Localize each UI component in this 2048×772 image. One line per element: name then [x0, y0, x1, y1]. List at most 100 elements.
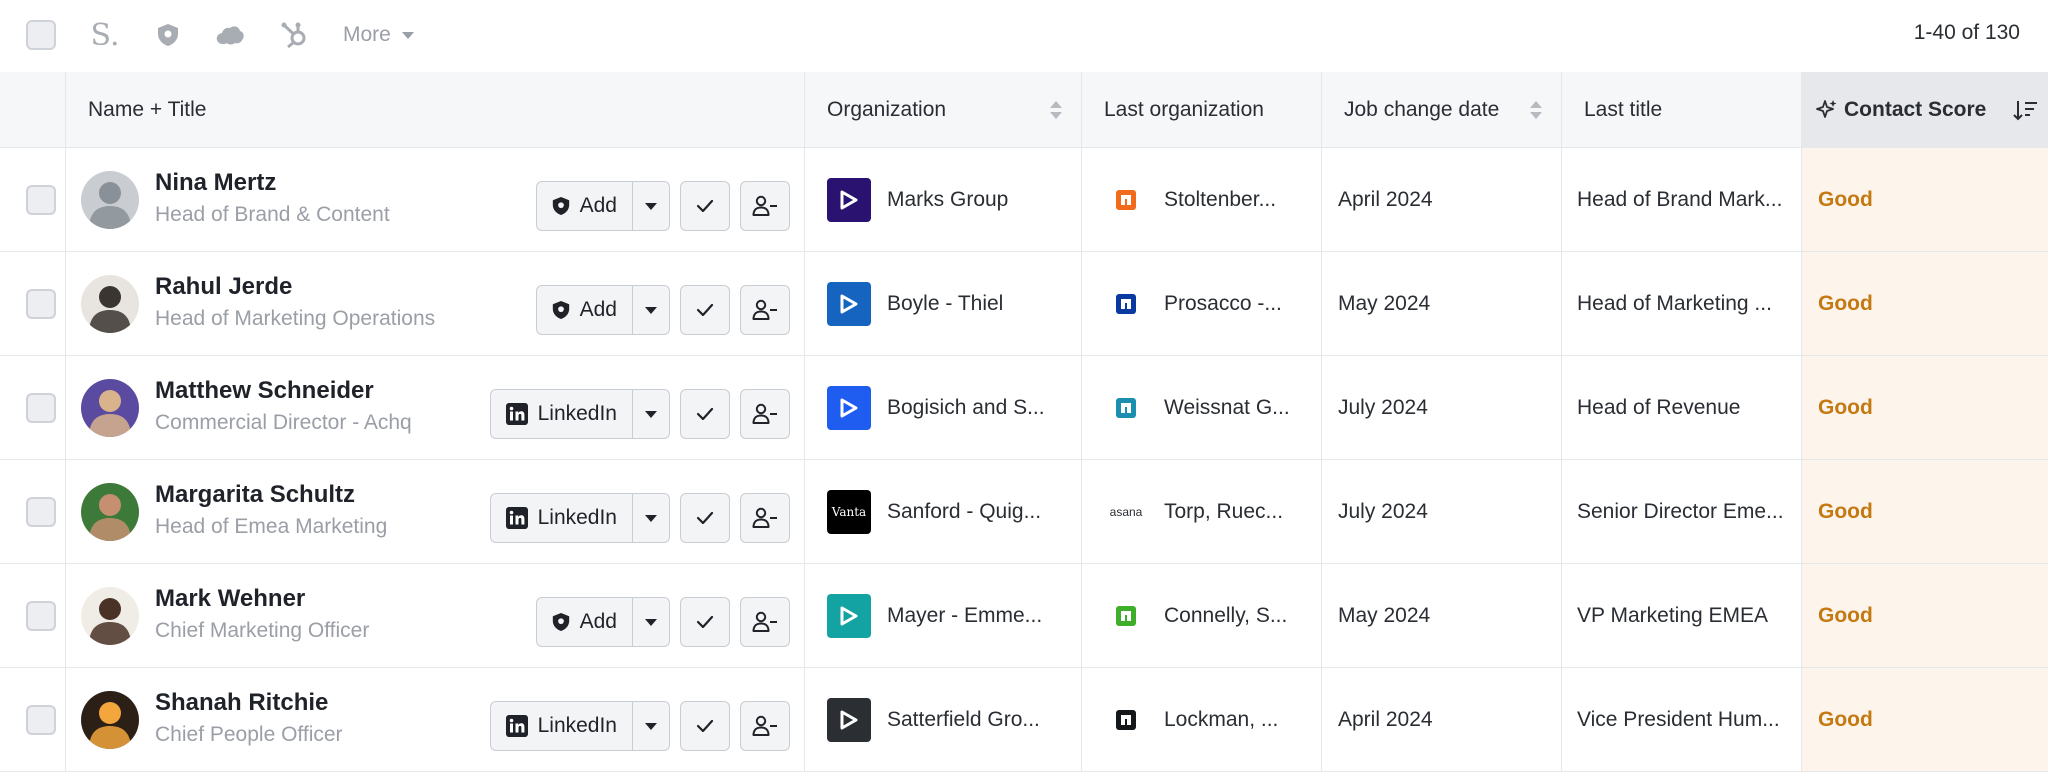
- shield-icon[interactable]: [151, 18, 185, 52]
- row-checkbox[interactable]: [26, 601, 56, 631]
- remove-contact-button[interactable]: [740, 181, 790, 231]
- organization-cell[interactable]: Vanta Sanford - Quig...: [805, 460, 1082, 563]
- job-change-date-cell: May 2024: [1322, 252, 1562, 355]
- contact-score: Good: [1818, 291, 1873, 315]
- organization-logo: [827, 697, 871, 742]
- organization-cell[interactable]: Bogisich and S...: [805, 356, 1082, 459]
- remove-contact-button[interactable]: [740, 389, 790, 439]
- select-all-checkbox[interactable]: [26, 20, 56, 50]
- last-organization-logo: [1104, 282, 1148, 326]
- mark-done-button[interactable]: [680, 285, 730, 335]
- add-button[interactable]: Add: [537, 598, 633, 646]
- last-organization-name: Prosacco -...: [1164, 291, 1282, 315]
- remove-contact-button[interactable]: [740, 701, 790, 751]
- avatar[interactable]: [81, 587, 139, 645]
- contact-name[interactable]: Matthew Schneider: [155, 377, 374, 405]
- action-dropdown-button[interactable]: [633, 702, 669, 750]
- caret-down-icon: [645, 306, 657, 314]
- row-checkbox[interactable]: [26, 185, 56, 215]
- mark-done-button[interactable]: [680, 181, 730, 231]
- contact-name[interactable]: Margarita Schultz: [155, 481, 355, 509]
- action-dropdown-button[interactable]: [633, 598, 669, 646]
- last-organization-cell[interactable]: Lockman, ...: [1082, 668, 1322, 771]
- check-icon: [696, 615, 714, 629]
- salesforce-cloud-icon[interactable]: [213, 18, 247, 52]
- job-change-date: April 2024: [1338, 707, 1433, 731]
- row-checkbox[interactable]: [26, 705, 56, 735]
- row-check-cell: [0, 460, 66, 563]
- mark-done-button[interactable]: [680, 597, 730, 647]
- row-checkbox[interactable]: [26, 497, 56, 527]
- contact-name[interactable]: Nina Mertz: [155, 169, 276, 197]
- toolbar: S. More 1-40 of 130: [0, 0, 2048, 72]
- row-checkbox[interactable]: [26, 289, 56, 319]
- action-dropdown-button[interactable]: [633, 390, 669, 438]
- remove-person-icon: [752, 195, 777, 216]
- contact-name[interactable]: Shanah Ritchie: [155, 689, 328, 717]
- avatar[interactable]: [81, 379, 139, 437]
- contact-score-cell: Good: [1802, 356, 2048, 459]
- organization-name: Boyle - Thiel: [887, 291, 1004, 315]
- last-organization-cell[interactable]: Connelly, S...: [1082, 564, 1322, 667]
- table-header: Name + Title Organization Last organizat…: [0, 72, 2048, 148]
- avatar[interactable]: [81, 275, 139, 333]
- last-organization-cell[interactable]: Prosacco -...: [1082, 252, 1322, 355]
- row-checkbox[interactable]: [26, 393, 56, 423]
- avatar[interactable]: [81, 171, 139, 229]
- contact-title: Head of Emea Marketing: [155, 515, 388, 538]
- linkedin-button[interactable]: LinkedIn: [491, 390, 633, 438]
- add-button[interactable]: Add: [537, 286, 633, 334]
- organization-cell[interactable]: Boyle - Thiel: [805, 252, 1082, 355]
- last-organization-cell[interactable]: Stoltenber...: [1082, 148, 1322, 251]
- sparkle-icon: [1816, 100, 1837, 118]
- table-row[interactable]: Matthew Schneider Commercial Director - …: [0, 356, 2048, 460]
- header-contact-score[interactable]: Contact Score: [1802, 72, 2048, 148]
- action-dropdown-button[interactable]: [633, 182, 669, 230]
- last-organization-name: Torp, Ruec...: [1164, 499, 1284, 523]
- header-job-change-date[interactable]: Job change date: [1322, 72, 1562, 148]
- mark-done-button[interactable]: [680, 701, 730, 751]
- organization-logo: [827, 281, 871, 326]
- action-dropdown-button[interactable]: [633, 494, 669, 542]
- action-label: Add: [579, 298, 617, 321]
- mark-done-button[interactable]: [680, 493, 730, 543]
- s-logo-icon[interactable]: S.: [88, 18, 122, 53]
- linkedin-button[interactable]: LinkedIn: [491, 494, 633, 542]
- table-row[interactable]: Rahul Jerde Head of Marketing Operations…: [0, 252, 2048, 356]
- table-row[interactable]: Shanah Ritchie Chief People Officer Link…: [0, 668, 2048, 772]
- table-row[interactable]: Margarita Schultz Head of Emea Marketing…: [0, 460, 2048, 564]
- header-organization[interactable]: Organization: [805, 72, 1082, 148]
- pagination-label: 1-40 of 130: [1913, 21, 2020, 44]
- sort-icon[interactable]: [1049, 100, 1063, 120]
- more-dropdown[interactable]: More: [343, 20, 415, 50]
- contact-title: Head of Marketing Operations: [155, 307, 436, 330]
- last-organization-cell[interactable]: asana Torp, Ruec...: [1082, 460, 1322, 563]
- avatar[interactable]: [81, 483, 139, 541]
- avatar[interactable]: [81, 691, 139, 749]
- last-organization-cell[interactable]: Weissnat G...: [1082, 356, 1322, 459]
- row-actions: LinkedIn: [489, 493, 790, 543]
- linkedin-button[interactable]: LinkedIn: [491, 702, 633, 750]
- shield-icon: [552, 301, 569, 319]
- organization-cell[interactable]: Mayer - Emme...: [805, 564, 1082, 667]
- hubspot-icon[interactable]: [277, 18, 311, 52]
- contact-title: Commercial Director - Achq: [155, 411, 412, 434]
- add-button[interactable]: Add: [537, 182, 633, 230]
- sort-descending-icon[interactable]: [2012, 99, 2038, 121]
- contact-score-cell: Good: [1802, 460, 2048, 563]
- mark-done-button[interactable]: [680, 389, 730, 439]
- header-last-title[interactable]: Last title: [1562, 72, 1802, 148]
- action-dropdown-button[interactable]: [633, 286, 669, 334]
- organization-cell[interactable]: Satterfield Gro...: [805, 668, 1082, 771]
- organization-cell[interactable]: Marks Group: [805, 148, 1082, 251]
- header-last-organization[interactable]: Last organization: [1082, 72, 1322, 148]
- contact-name[interactable]: Rahul Jerde: [155, 273, 292, 301]
- remove-contact-button[interactable]: [740, 285, 790, 335]
- contact-name[interactable]: Mark Wehner: [155, 585, 305, 613]
- remove-contact-button[interactable]: [740, 493, 790, 543]
- table-row[interactable]: Mark Wehner Chief Marketing Officer Add …: [0, 564, 2048, 668]
- table-row[interactable]: Nina Mertz Head of Brand & Content Add M…: [0, 148, 2048, 252]
- sort-icon[interactable]: [1529, 100, 1543, 120]
- header-name-title[interactable]: Name + Title: [66, 72, 805, 148]
- remove-contact-button[interactable]: [740, 597, 790, 647]
